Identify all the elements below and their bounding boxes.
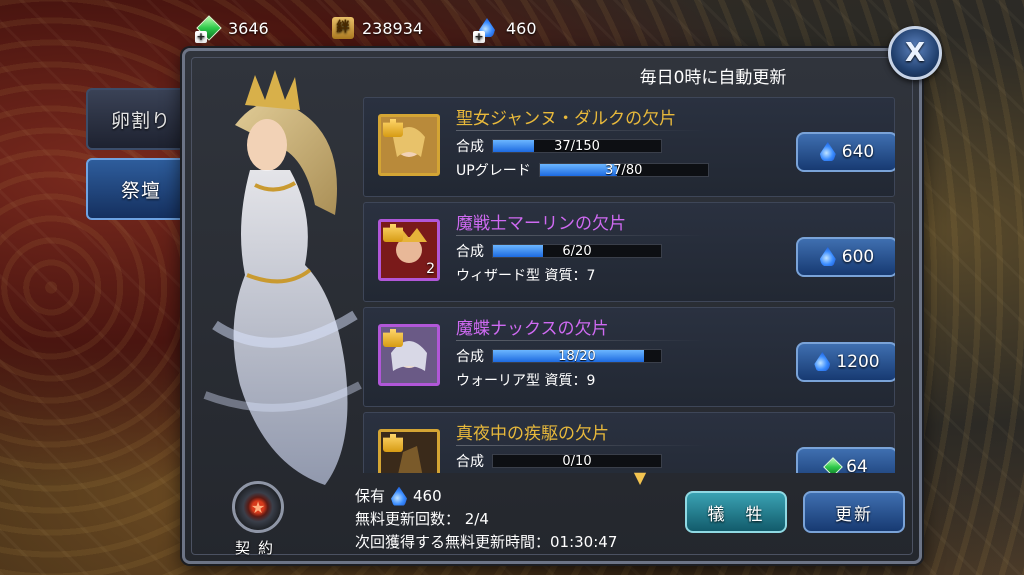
tab-altar[interactable]: 祭壇: [86, 158, 196, 220]
buy-button[interactable]: 600: [796, 237, 895, 277]
contract-button[interactable]: ★ 契約: [223, 481, 293, 567]
fragment-thumbnail: 2: [378, 219, 440, 281]
price-label: 64: [846, 457, 868, 473]
footer-info: 保有 460 無料更新回数： 2/4 次回獲得する無料更新時間：01:30:47: [355, 485, 617, 554]
synthesis-progress-text: 0/10: [562, 454, 592, 469]
character-portrait: [195, 65, 365, 505]
blue-drop-icon: [819, 142, 836, 161]
sacrifice-button[interactable]: 犠 牲: [685, 491, 787, 533]
bond-count: 238934: [362, 18, 424, 38]
synthesis-row: 合成 37/150: [456, 136, 662, 156]
bond-currency: 絆 238934: [330, 14, 423, 42]
synthesis-label: 合成: [456, 454, 484, 470]
synthesis-label: 合成: [456, 139, 484, 155]
synthesis-row: 合成 0/10: [456, 451, 662, 471]
fragment-thumbnail: [378, 114, 440, 176]
gem-count: 3646: [228, 18, 269, 38]
gem-currency[interactable]: + 3646: [195, 14, 269, 43]
green-gem-icon: +: [195, 15, 222, 43]
next-free-refresh-time: 次回獲得する無料更新時間：01:30:47: [355, 533, 618, 551]
list-item[interactable]: 聖女ジャンヌ・ダルクの欠片 合成 37/150 UPグレード 37/80 640: [363, 97, 895, 197]
scroll-down-chevron-icon[interactable]: ▼: [625, 470, 655, 486]
fragment-thumbnail: [378, 429, 440, 473]
class-quality-text: ウィザード型 資質：7: [456, 268, 596, 284]
price-label: 1200: [836, 352, 880, 372]
synthesis-label: 合成: [456, 244, 484, 260]
contract-emblem-icon: ★: [232, 481, 284, 533]
buy-button[interactable]: 1200: [796, 342, 895, 382]
blue-drop-icon: +: [473, 15, 500, 43]
upgrade-label: UPグレード: [456, 163, 531, 179]
synthesis-row: 合成 18/20: [456, 346, 662, 366]
buy-button[interactable]: 64: [796, 447, 895, 473]
class-quality-text: ウォーリア型 資質：9: [456, 373, 596, 389]
fragment-name: 真夜中の疾駆の欠片: [456, 424, 609, 444]
list-item[interactable]: 魔蝶ナックスの欠片 合成 18/20 ウォーリア型 資質：9 1200: [363, 307, 895, 407]
fragment-count: 2: [426, 261, 435, 277]
class-row: ウォーリア型 資質：9: [456, 370, 595, 390]
bond-icon: 絆: [330, 15, 356, 41]
buy-button[interactable]: 640: [796, 132, 895, 172]
upgrade-progress-text: 37/80: [604, 163, 643, 178]
fragment-thumbnail: [378, 324, 440, 386]
synthesis-label: 合成: [456, 349, 484, 365]
blue-drop-icon: [819, 247, 836, 266]
synthesis-row: 合成 6/20: [456, 241, 662, 261]
synthesis-progress-text: 37/150: [554, 139, 600, 154]
fragment-name: 聖女ジャンヌ・ダルクの欠片: [456, 109, 677, 129]
drop-count: 460: [506, 18, 537, 38]
owned-line: 保有 460: [355, 485, 617, 508]
list-item[interactable]: 真夜中の疾駆の欠片 合成 0/10 64: [363, 412, 895, 473]
fragment-name: 魔蝶ナックスの欠片: [456, 319, 609, 339]
blue-drop-icon: [391, 486, 408, 506]
synthesis-progress-bar: 18/20: [492, 349, 662, 364]
upgrade-row: UPグレード 37/80: [456, 160, 709, 180]
green-gem-icon: [823, 457, 844, 473]
synthesis-progress-text: 6/20: [562, 244, 592, 259]
contract-label: 契約: [234, 539, 281, 557]
refresh-button[interactable]: 更新: [803, 491, 905, 533]
fragment-list[interactable]: 聖女ジャンヌ・ダルクの欠片 合成 37/150 UPグレード 37/80 640: [363, 97, 895, 473]
upgrade-progress-bar: 37/80: [538, 163, 709, 178]
price-label: 640: [841, 142, 875, 162]
list-item[interactable]: 2 魔戦士マーリンの欠片 合成 6/20 ウィザード型 資質：7 600: [363, 202, 895, 302]
drop-currency[interactable]: + 460: [473, 14, 537, 43]
owned-label: 保有: [355, 487, 386, 505]
fragment-name: 魔戦士マーリンの欠片: [456, 214, 626, 234]
synthesis-progress-text: 18/20: [558, 349, 596, 364]
altar-panel: 毎日0時に自動更新 聖女ジャンヌ・ダルクの欠片 合成 37/150 UPグレード…: [182, 48, 922, 564]
synthesis-progress-bar: 37/150: [492, 139, 662, 154]
price-label: 600: [841, 247, 875, 267]
synthesis-progress-bar: 0/10: [492, 454, 662, 469]
panel-title: 毎日0時に自動更新: [639, 68, 787, 88]
owned-value: 460: [413, 487, 442, 505]
class-row: ウィザード型 資質：7: [456, 265, 595, 285]
close-icon[interactable]: X: [888, 26, 942, 80]
free-refresh-count: 無料更新回数： 2/4: [355, 510, 489, 528]
tab-egg[interactable]: 卵割り: [86, 88, 196, 150]
synthesis-progress-bar: 6/20: [492, 244, 662, 259]
blue-drop-icon: [814, 352, 831, 371]
